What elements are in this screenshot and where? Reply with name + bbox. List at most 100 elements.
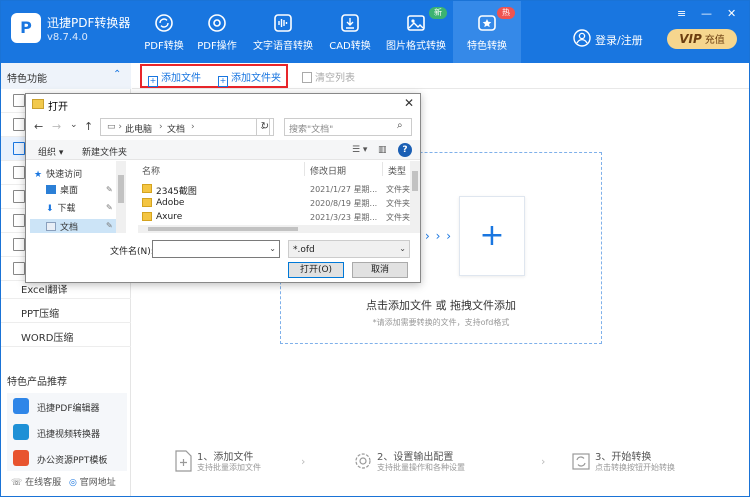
breadcrumb-documents[interactable]: 文档 xyxy=(167,122,185,135)
preview-pane-icon[interactable]: ▥ xyxy=(378,145,387,155)
chevron-down-icon: ⌄ xyxy=(399,244,406,253)
add-folder-icon: + xyxy=(218,76,228,87)
documents-icon xyxy=(46,222,56,231)
pin-icon[interactable]: ✎ xyxy=(106,203,113,212)
forward-icon[interactable]: → xyxy=(52,120,61,133)
scrollbar-thumb[interactable] xyxy=(412,171,418,191)
clear-list-button[interactable]: 清空列表 xyxy=(302,69,355,84)
online-service-link[interactable]: ☏ 在线客服 xyxy=(11,475,61,488)
nav-pdf-convert[interactable]: PDF转换 xyxy=(139,1,189,63)
column-type[interactable]: 类型 xyxy=(388,164,406,177)
recommend-ppt-template[interactable]: 办公资源PPT模板 xyxy=(7,445,127,471)
folder-icon xyxy=(142,212,152,221)
cancel-button[interactable]: 取消 xyxy=(352,262,408,278)
app-window: P 迅捷PDF转换器 v8.7.4.0 PDF转换 PDF操作 文字语音转换 C… xyxy=(0,0,750,497)
pin-icon[interactable]: ✎ xyxy=(106,185,113,194)
file-icon xyxy=(13,94,25,107)
recommend-video-converter[interactable]: 迅捷视频转换器 xyxy=(7,419,127,445)
nav-label: 文字语音转换 xyxy=(253,41,313,52)
command-bar: 组织 ▾ 新建文件夹 ☰ ▾ ▥ ? xyxy=(26,140,420,160)
sidebar-title: 特色功能 xyxy=(7,74,47,85)
nav-pdf-operate[interactable]: PDF操作 xyxy=(195,1,239,63)
file-list-scrollbar[interactable] xyxy=(410,161,420,233)
login-button[interactable]: 登录/注册 xyxy=(573,29,645,49)
file-list-horizontal-scrollbar[interactable] xyxy=(138,225,410,233)
folder-icon xyxy=(142,184,152,193)
minimize-icon[interactable]: — xyxy=(701,7,712,20)
image-icon xyxy=(407,15,425,31)
close-icon[interactable]: ✕ xyxy=(727,7,736,20)
view-options-icon[interactable]: ☰ ▾ xyxy=(352,145,367,155)
dialog-titlebar[interactable]: 打开 ✕ xyxy=(26,94,420,114)
dialog-close-icon[interactable]: ✕ xyxy=(404,96,414,110)
nav-label: PDF操作 xyxy=(197,41,237,52)
nav-label: 图片格式转换 xyxy=(386,41,446,52)
file-row[interactable]: 2345截图 2021/1/27 星期... 文件夹 xyxy=(138,182,410,197)
quick-access-desktop[interactable]: 桌面 xyxy=(46,183,78,196)
nav-pane-scrollbar[interactable] xyxy=(116,161,126,233)
new-folder-button[interactable]: 新建文件夹 xyxy=(82,145,127,158)
back-icon[interactable]: ← xyxy=(34,120,43,133)
quick-access-item[interactable]: ★ 快速访问 xyxy=(34,167,82,180)
vip-label: 充值 xyxy=(704,35,725,46)
open-button[interactable]: 打开(O) xyxy=(288,262,344,278)
recommend-pdf-editor[interactable]: 迅捷PDF编辑器 xyxy=(7,393,127,419)
quick-access-downloads[interactable]: ⬇ 下载 xyxy=(46,201,76,214)
column-name[interactable]: 名称 xyxy=(142,164,160,177)
search-icon: ⌕ xyxy=(397,120,403,131)
sidebar-item-word-compress[interactable]: WORD压缩 xyxy=(1,323,131,347)
organize-menu[interactable]: 组织 ▾ xyxy=(38,145,63,158)
sidebar-header[interactable]: 特色功能 ⌃ xyxy=(1,63,131,89)
vip-recharge-button[interactable]: VIP 充值 xyxy=(667,29,737,49)
globe-icon: ◎ xyxy=(69,478,80,488)
gear-circle-icon xyxy=(208,14,226,32)
file-row[interactable]: Adobe 2020/8/19 星期... 文件夹 xyxy=(138,196,410,210)
quick-access-documents[interactable]: 文档 xyxy=(46,220,78,233)
hot-badge: 热 xyxy=(497,7,515,19)
video-converter-icon xyxy=(13,424,29,440)
desktop-icon xyxy=(46,185,56,194)
ofd-file-icon xyxy=(13,142,25,155)
nav-cad-convert[interactable]: CAD转换 xyxy=(327,1,373,63)
arrows-icon: › › › xyxy=(425,229,453,243)
file-type-select[interactable]: *.ofd ⌄ xyxy=(288,240,410,258)
nav-label: CAD转换 xyxy=(329,41,371,52)
header-bar: P 迅捷PDF转换器 v8.7.4.0 PDF转换 PDF操作 文字语音转换 C… xyxy=(1,1,749,63)
dropzone-hint: *请添加需要转换的文件，支持ofd格式 xyxy=(372,318,510,327)
sidebar-item-ppt-compress[interactable]: PPT压缩 xyxy=(1,299,131,323)
app-version: v8.7.4.0 xyxy=(47,32,88,43)
breadcrumb-separator: › xyxy=(191,122,195,132)
file-icon xyxy=(13,166,25,179)
address-bar[interactable]: ▭ › 此电脑 › 文档 › ⌄ xyxy=(100,118,270,136)
menu-icon[interactable]: ≡ xyxy=(677,7,686,20)
refresh-button[interactable]: ↻ xyxy=(256,118,274,136)
column-separator xyxy=(382,162,383,176)
file-icon xyxy=(13,118,25,131)
scrollbar-thumb[interactable] xyxy=(118,175,124,203)
add-file-button[interactable]: + 添加文件 xyxy=(148,69,201,87)
download-arrow-icon: ⬇ xyxy=(46,204,54,214)
nav-text-voice[interactable]: 文字语音转换 xyxy=(253,1,313,63)
file-row[interactable]: Axure 2021/3/23 星期... 文件夹 xyxy=(138,210,410,224)
recent-locations-icon[interactable]: ⌄ xyxy=(70,120,78,130)
pin-icon[interactable]: ✎ xyxy=(106,221,113,230)
new-badge: 新 xyxy=(429,7,447,19)
filename-input[interactable]: ⌄ xyxy=(152,240,280,258)
navigation-pane: ★ 快速访问 桌面 ✎ ⬇ 下载 ✎ 文档 ✎ xyxy=(26,161,126,233)
add-file-tile[interactable]: + xyxy=(459,196,525,276)
scrollbar-thumb[interactable] xyxy=(148,227,298,231)
up-folder-icon[interactable]: ↑ xyxy=(84,120,93,133)
chevron-down-icon[interactable]: ⌄ xyxy=(269,244,276,253)
search-input[interactable]: 搜索"文档" ⌕ xyxy=(284,118,412,136)
chevron-up-icon: ⌃ xyxy=(113,69,122,80)
official-site-link[interactable]: ◎ 官网地址 xyxy=(69,475,116,488)
add-file-icon: + xyxy=(148,76,158,87)
help-icon[interactable]: ? xyxy=(398,143,412,157)
add-folder-button[interactable]: + 添加文件夹 xyxy=(218,69,281,87)
filename-label: 文件名(N): xyxy=(110,247,154,257)
app-name: 迅捷PDF转换器 xyxy=(47,16,131,30)
star-icon: ★ xyxy=(34,170,43,180)
address-row: ← → ⌄ ↑ ▭ › 此电脑 › 文档 › ⌄ ↻ 搜索"文档" ⌕ xyxy=(26,116,420,138)
breadcrumb-this-pc[interactable]: 此电脑 xyxy=(125,122,152,135)
column-date[interactable]: 修改日期 xyxy=(310,164,346,177)
